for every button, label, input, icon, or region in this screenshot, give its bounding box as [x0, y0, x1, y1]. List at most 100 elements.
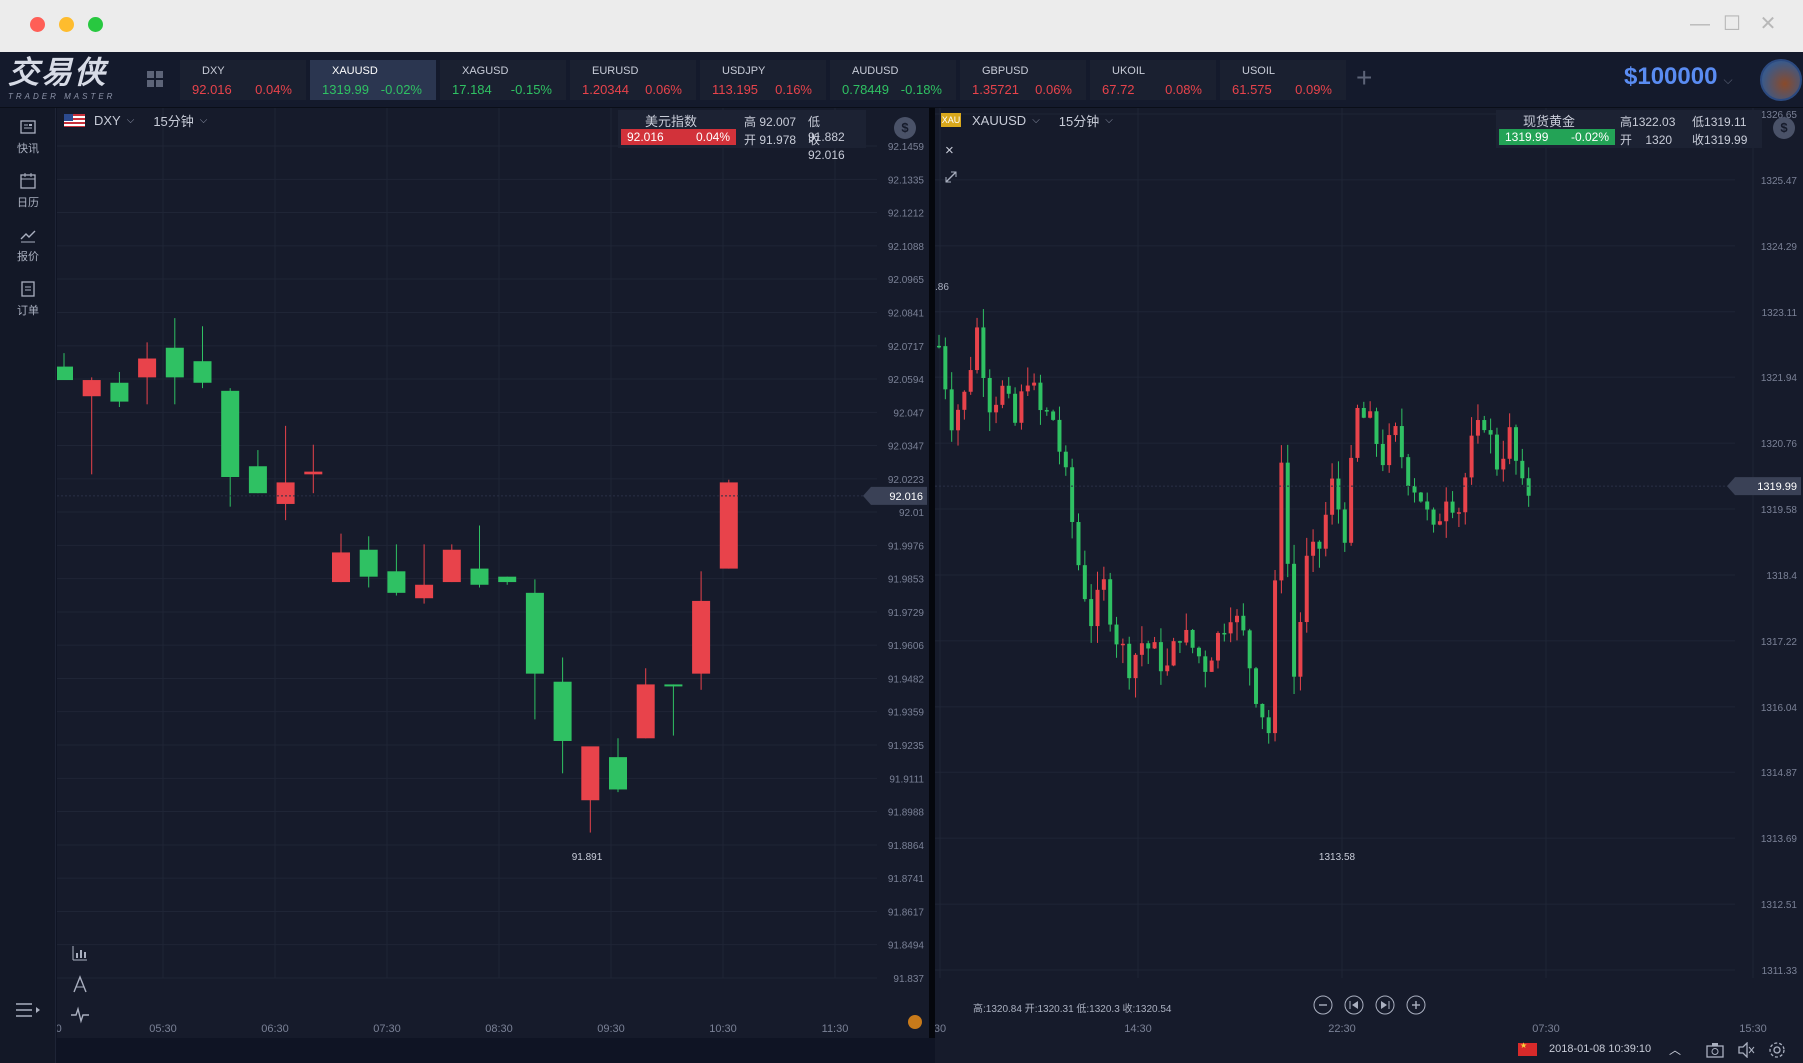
sidebar-item-calendar[interactable]: 日历: [0, 172, 56, 210]
candle-body[interactable]: [1279, 462, 1284, 581]
candle-body[interactable]: [1228, 622, 1233, 634]
candle-body[interactable]: [1190, 629, 1195, 648]
candle-body[interactable]: [1013, 393, 1018, 423]
chevron-up-icon[interactable]: ︿: [1669, 1041, 1681, 1058]
candle-body[interactable]: [1355, 407, 1360, 458]
candle-body[interactable]: [636, 684, 655, 739]
ticker-tab-audusd[interactable]: AUDUSD 0.78449 -0.18%: [830, 60, 956, 100]
candle-body[interactable]: [1241, 615, 1246, 631]
candle-body[interactable]: [1311, 541, 1316, 556]
candle-body[interactable]: [1418, 492, 1423, 502]
candle-body[interactable]: [1494, 434, 1499, 470]
candle-body[interactable]: [415, 584, 434, 599]
candle-body[interactable]: [387, 571, 406, 593]
candle-body[interactable]: [332, 552, 350, 583]
candle-body[interactable]: [1469, 435, 1474, 478]
candle-body[interactable]: [1393, 426, 1398, 436]
candle-body[interactable]: [165, 347, 184, 378]
add-tab-button[interactable]: +: [1356, 62, 1372, 94]
candle-body[interactable]: [949, 389, 954, 431]
candle-body[interactable]: [1051, 411, 1056, 420]
candle-body[interactable]: [943, 346, 948, 390]
candle-body[interactable]: [221, 390, 240, 478]
candle-body[interactable]: [1298, 622, 1303, 677]
candle-body[interactable]: [968, 370, 973, 392]
dxy-symbol-select[interactable]: DXY: [94, 113, 121, 128]
candle-body[interactable]: [1323, 514, 1328, 549]
candle-body[interactable]: [1146, 643, 1151, 649]
candle-body[interactable]: [1406, 457, 1411, 486]
xauusd-symbol-select[interactable]: XAUUSD: [972, 113, 1026, 128]
candle-body[interactable]: [1336, 478, 1341, 510]
candle-body[interactable]: [1254, 668, 1259, 704]
pulse-wave-icon[interactable]: [70, 1005, 90, 1025]
candle-body[interactable]: [1368, 411, 1373, 418]
candle-body[interactable]: [1380, 443, 1385, 466]
candle-body[interactable]: [1444, 501, 1449, 522]
ticker-tab-xauusd[interactable]: XAUUSD 1319.99 -0.02%: [310, 60, 436, 100]
candle-body[interactable]: [1285, 462, 1290, 564]
candle-body[interactable]: [525, 592, 544, 674]
window-minimize-dot[interactable]: [59, 17, 74, 32]
candle-body[interactable]: [1399, 426, 1404, 458]
candle-body[interactable]: [1450, 501, 1455, 513]
dxy-interval-select[interactable]: 15分钟: [153, 111, 193, 130]
chevron-down-icon[interactable]: ⌵: [200, 115, 208, 126]
dollar-coin-icon[interactable]: $: [894, 117, 916, 139]
ticker-tab-ukoil[interactable]: UKOIL 67.72 0.08%: [1090, 60, 1216, 100]
window-close-dot[interactable]: [30, 17, 45, 32]
ticker-tab-xagusd[interactable]: XAGUSD 17.184 -0.15%: [440, 60, 566, 100]
candle-body[interactable]: [1330, 478, 1335, 515]
candle-body[interactable]: [1057, 419, 1062, 452]
expand-icon[interactable]: [944, 170, 958, 184]
candle-body[interactable]: [1292, 563, 1297, 677]
candle-body[interactable]: [1127, 643, 1132, 679]
candle-body[interactable]: [304, 471, 323, 475]
candle-body[interactable]: [1425, 501, 1430, 510]
candle-body[interactable]: [1158, 642, 1163, 672]
xauusd-candlestick-chart[interactable]: 1326.651325.471324.291323.111321.941320.…: [935, 108, 1803, 1038]
candle-body[interactable]: [1463, 477, 1468, 513]
candle-body[interactable]: [1139, 643, 1144, 655]
candle-body[interactable]: [1044, 410, 1049, 412]
candle-body[interactable]: [498, 576, 517, 583]
candle-body[interactable]: [1203, 656, 1208, 672]
ticker-tab-usdjpy[interactable]: USDJPY 113.195 0.16%: [700, 60, 826, 100]
candle-body[interactable]: [1412, 485, 1417, 493]
chevron-down-icon[interactable]: ⌵: [127, 115, 135, 126]
scroll-start-button[interactable]: [1344, 995, 1364, 1015]
candle-body[interactable]: [1019, 391, 1024, 423]
candle-body[interactable]: [1165, 665, 1170, 672]
candle-body[interactable]: [975, 327, 980, 371]
list-menu-icon[interactable]: [14, 1000, 42, 1020]
candle-body[interactable]: [1513, 427, 1518, 461]
candle-body[interactable]: [1209, 660, 1214, 672]
auto-scale-icon[interactable]: [908, 1015, 922, 1029]
zoom-out-button[interactable]: [1313, 995, 1333, 1015]
indicator-chart-icon[interactable]: [70, 943, 90, 963]
candle-body[interactable]: [1038, 382, 1043, 411]
xauusd-interval-select[interactable]: 15分钟: [1059, 111, 1099, 130]
zoom-in-button[interactable]: [1406, 995, 1426, 1015]
candle-body[interactable]: [981, 327, 986, 379]
candle-body[interactable]: [1235, 615, 1239, 623]
candle-body[interactable]: [1171, 641, 1176, 666]
grid-menu-icon[interactable]: [147, 71, 163, 87]
candle-body[interactable]: [276, 482, 295, 504]
candle-body[interactable]: [1082, 565, 1087, 600]
candle-body[interactable]: [1475, 420, 1480, 436]
candle-body[interactable]: [1260, 703, 1265, 718]
candle-body[interactable]: [1032, 382, 1037, 386]
chevron-down-icon[interactable]: ⌵: [1105, 115, 1113, 126]
candle-body[interactable]: [193, 361, 212, 383]
candle-body[interactable]: [1247, 630, 1252, 669]
candle-body[interactable]: [553, 681, 572, 741]
dollar-coin-icon[interactable]: $: [1773, 117, 1795, 139]
candle-body[interactable]: [110, 382, 129, 402]
candle-body[interactable]: [1101, 579, 1106, 590]
user-avatar[interactable]: [1760, 59, 1802, 101]
candle-body[interactable]: [1215, 632, 1220, 661]
candle-body[interactable]: [1152, 642, 1157, 649]
candle-body[interactable]: [82, 380, 101, 397]
candle-body[interactable]: [1482, 420, 1487, 431]
